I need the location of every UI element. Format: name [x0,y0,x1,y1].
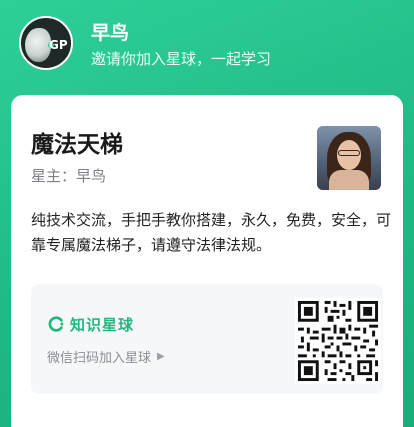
brand-name: 知识星球 [70,315,135,334]
play-arrow-icon: ▶ [157,351,165,362]
planet-owner-line: 星主：早鸟 [31,167,107,185]
qr-code-icon[interactable] [295,298,381,384]
planet-name: 魔法天梯 [31,132,123,158]
planet-card: 魔法天梯 星主：早鸟 纯技术交流，手把手教你搭建，永久，免费，安全，可靠专属魔法… [11,95,403,427]
scan-hint[interactable]: 微信扫码加入星球 ▶ [47,347,165,366]
scan-hint-text: 微信扫码加入星球 [47,351,152,366]
join-qr-panel[interactable]: 知识星球 微信扫码加入星球 ▶ [31,284,383,394]
owner-avatar[interactable]: GP [19,16,73,70]
avatar-label: GP [49,38,68,52]
invite-text: 邀请你加入星球，一起学习 [91,50,272,68]
owner-name[interactable]: 早鸟 [91,18,129,45]
brand-logo: 知识星球 [47,314,134,334]
planet-description: 纯技术交流，手把手教你搭建，永久，免费，安全，可靠专属魔法梯子，请遵守法律法规。 [31,211,392,254]
planet-cover-image [317,126,381,190]
invite-header: GP 早鸟 邀请你加入星球，一起学习 [0,0,414,88]
zsxq-logo-icon [48,316,64,332]
